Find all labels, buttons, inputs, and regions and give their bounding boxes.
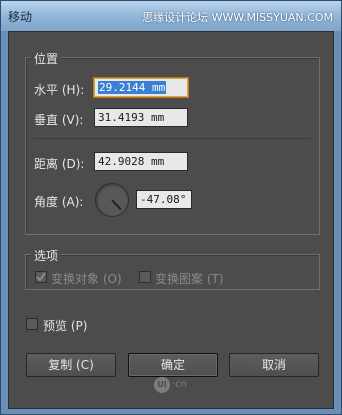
checkmark-icon <box>36 272 46 282</box>
distance-label: 距离 (D): <box>34 157 85 171</box>
cancel-button[interactable]: 取消 <box>229 353 319 377</box>
transform-objects-label: 变换对象 (O) <box>51 272 122 286</box>
horizontal-label: 水平 (H): <box>34 83 85 97</box>
group-divider <box>33 138 311 139</box>
vertical-label: 垂直 (V): <box>34 113 84 127</box>
title-bar[interactable]: 移动 思缘设计论坛 WWW.MISSYUAN.COM <box>1 1 341 31</box>
angle-input[interactable]: -47.08° <box>136 190 192 209</box>
dialog-body: 位置 水平 (H): 29.2144 mm 垂直 (V): 31.4193 mm… <box>8 31 334 409</box>
transform-patterns-checkbox[interactable] <box>139 271 151 283</box>
uicn-logo: UI ·cn <box>154 375 214 395</box>
options-group-title: 选项 <box>31 247 62 264</box>
horizontal-input[interactable]: 29.2144 mm <box>94 78 188 97</box>
uicn-logo-text: ·cn <box>172 379 188 390</box>
move-dialog-window: 移动 思缘设计论坛 WWW.MISSYUAN.COM 位置 水平 (H): 29… <box>0 0 342 415</box>
vertical-input[interactable]: 31.4193 mm <box>94 108 188 127</box>
distance-input[interactable]: 42.9028 mm <box>94 152 188 171</box>
ok-button[interactable]: 确定 <box>128 353 218 377</box>
site-watermark: 思缘设计论坛 WWW.MISSYUAN.COM <box>142 11 333 24</box>
transform-objects-checkbox[interactable] <box>35 271 47 283</box>
angle-dial[interactable] <box>95 183 129 217</box>
position-group-title: 位置 <box>31 50 62 67</box>
copy-button[interactable]: 复制 (C) <box>26 353 116 377</box>
uicn-logo-badge: UI <box>154 377 170 393</box>
transform-patterns-label: 变换图案 (T) <box>155 272 224 286</box>
preview-label: 预览 (P) <box>43 319 88 333</box>
angle-label: 角度 (A): <box>34 195 84 209</box>
window-title: 移动 <box>8 10 33 24</box>
angle-dial-needle-icon <box>111 199 122 211</box>
preview-checkbox[interactable] <box>26 318 38 330</box>
horizontal-value: 29.2144 mm <box>98 81 167 94</box>
